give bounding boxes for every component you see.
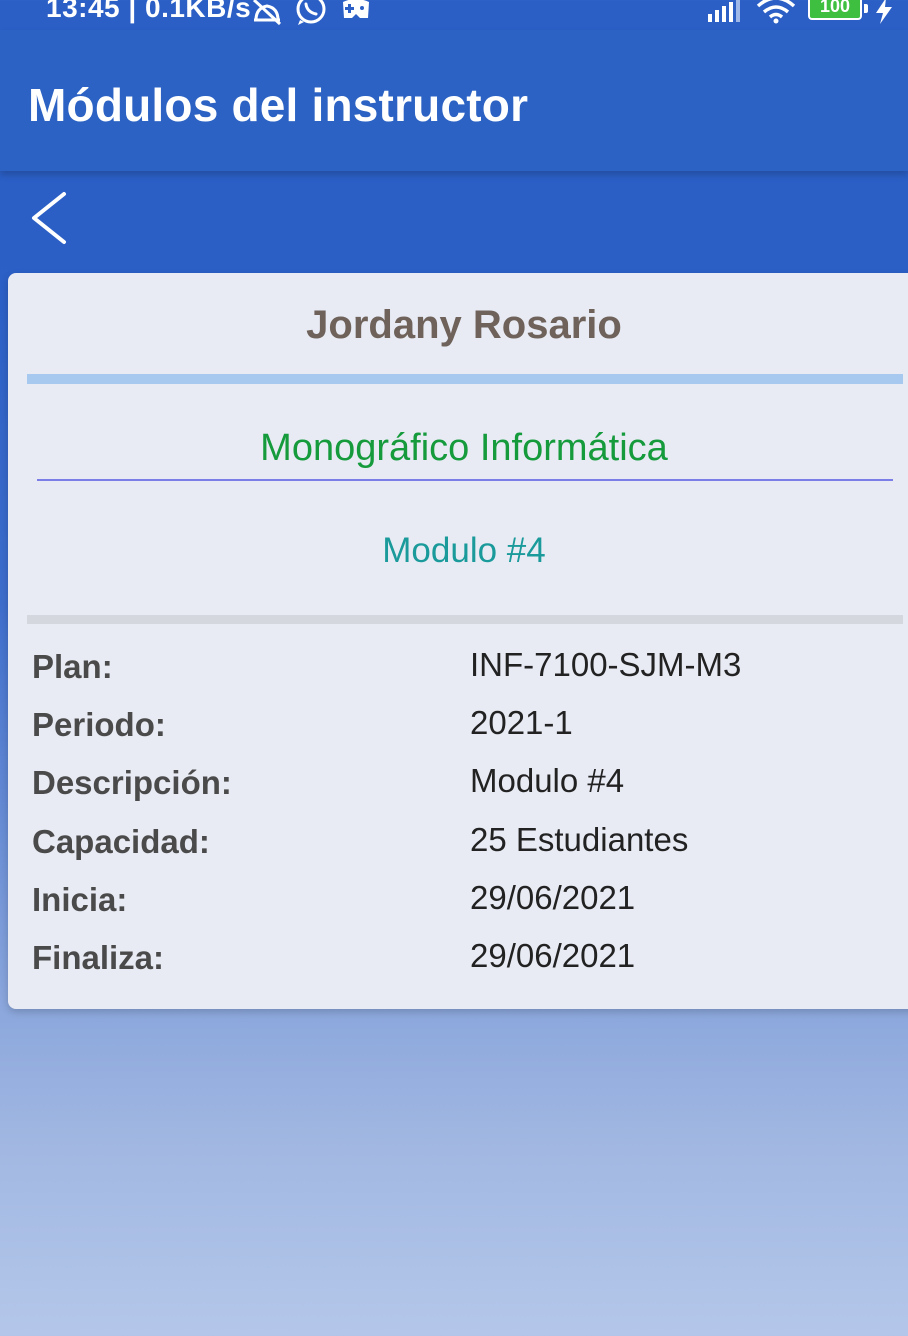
instructor-name: Jordany Rosario — [306, 303, 622, 347]
detail-value: 2021-1 — [470, 704, 573, 742]
charging-icon — [874, 0, 894, 29]
module-card: Jordany Rosario Monográfico Informática … — [8, 273, 908, 1009]
details-divider — [27, 615, 903, 624]
signal-icon — [706, 0, 744, 27]
detail-row-periodo: Periodo: 2021-1 — [8, 704, 908, 764]
detail-label: Plan: — [32, 648, 113, 685]
detail-label: Descripción: — [32, 764, 232, 802]
program-underline — [37, 479, 893, 481]
page-title: Módulos del instructor — [28, 79, 529, 131]
name-divider — [27, 374, 903, 384]
status-bar: 13:45 | 0.1KB/s 100 — [0, 0, 908, 30]
detail-label: Capacidad: — [32, 822, 210, 860]
detail-label: Finaliza: — [32, 938, 165, 976]
detail-label: Inicia: — [32, 880, 128, 918]
detail-value: Modulo #4 — [470, 762, 625, 800]
detail-row-inicia: Inicia: 29/06/2021 — [8, 878, 908, 939]
detail-value: 25 Estudiantes — [470, 820, 689, 858]
detail-row-finaliza: Finaliza: 29/06/2021 — [8, 936, 908, 997]
detail-row-descripcion: Descripción: Modulo #4 — [8, 762, 908, 822]
program-title: Monográfico Informática — [260, 427, 668, 469]
alarm-off-icon — [250, 0, 284, 31]
wifi-icon — [756, 0, 796, 29]
whatsapp-icon — [294, 0, 328, 31]
detail-row-capacidad: Capacidad: 25 Estudiantes — [8, 820, 908, 881]
detail-value: INF-7100-SJM-M3 — [470, 646, 742, 683]
module-title: Modulo #4 — [382, 531, 546, 570]
battery-tip — [864, 4, 868, 13]
battery-icon: 100 — [808, 0, 862, 20]
back-button[interactable] — [22, 188, 78, 248]
chevron-left-icon — [32, 192, 66, 244]
detail-value: 29/06/2021 — [470, 878, 636, 916]
detail-label: Periodo: — [32, 706, 166, 744]
detail-row-plan: Plan: INF-7100-SJM-M3 — [8, 646, 908, 706]
detail-value: 29/06/2021 — [470, 936, 636, 974]
app-bar: Módulos del instructor — [0, 30, 908, 171]
game-controller-icon — [340, 0, 372, 27]
battery-level: 100 — [819, 0, 851, 16]
module-details: Plan: INF-7100-SJM-M3 Periodo: 2021-1 De… — [8, 646, 908, 997]
status-time: 13:45 | 0.1KB/s — [46, 0, 252, 23]
